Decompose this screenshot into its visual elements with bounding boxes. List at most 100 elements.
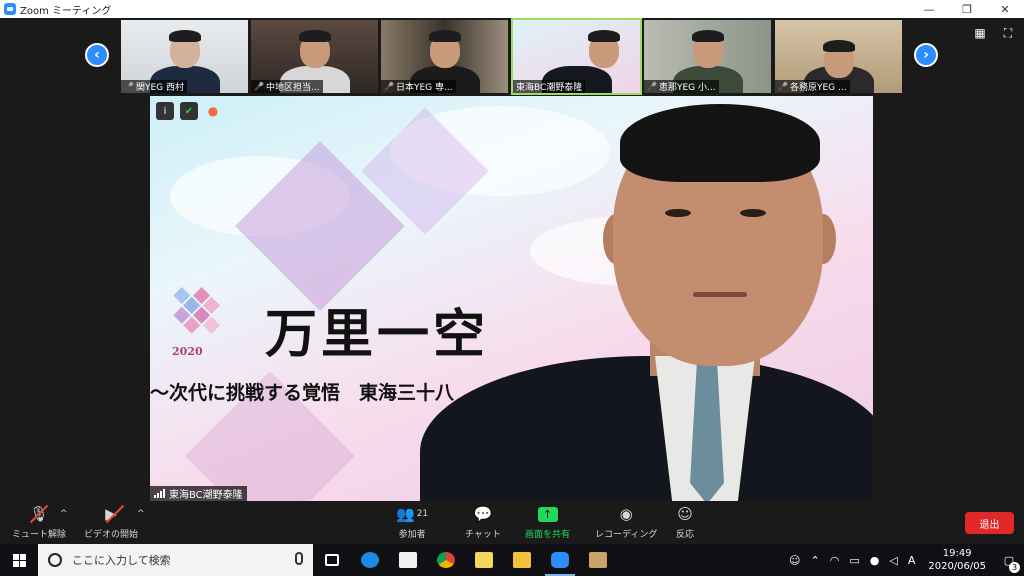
info-icon[interactable]: i <box>156 102 174 120</box>
start-video-button[interactable]: ▶ ビデオの開始 <box>84 504 138 540</box>
muted-mic-icon: 🎤 <box>254 82 264 91</box>
gallery-prev-button[interactable]: ‹ <box>85 43 109 67</box>
leave-meeting-button[interactable]: 退出 <box>965 512 1014 534</box>
explorer-taskbar-button[interactable] <box>503 544 541 576</box>
zoom-taskbar-button[interactable] <box>541 544 579 576</box>
participant-name: 東海BC潮野泰隆 <box>516 83 583 93</box>
task-view-button[interactable] <box>313 544 351 576</box>
participant-label: 🎤 日本YEG 専... <box>381 80 456 93</box>
record-button[interactable]: ◉ レコーディング <box>595 504 657 540</box>
participant-tile[interactable]: 🎤 中地区担当... <box>251 20 378 93</box>
reactions-label: 反応 <box>676 530 695 540</box>
close-button[interactable]: ✕ <box>986 0 1024 18</box>
muted-microphone-icon: 🎙 <box>29 504 49 524</box>
chrome-taskbar-button[interactable] <box>427 544 465 576</box>
share-screen-icon: ↑ <box>537 504 558 524</box>
muted-mic-icon: 🎤 <box>647 82 657 91</box>
wifi-icon[interactable]: ◠ <box>830 554 840 567</box>
muted-mic-icon: 🎤 <box>384 82 394 91</box>
people-icon[interactable]: ☺ <box>789 554 800 567</box>
unmute-label: ミュート解除 <box>12 530 67 540</box>
app-taskbar-button[interactable] <box>579 544 617 576</box>
battery-icon[interactable]: ▭ <box>849 554 859 567</box>
record-label: レコーディング <box>595 530 658 540</box>
system-tray: ☺ ⌃ ◠ ▭ ● ◁ A 19:49 2020/06/05 ▢ 3 <box>784 544 1024 576</box>
participants-button[interactable]: 👥 21 参加者 <box>396 504 428 540</box>
participants-count: 21 <box>416 509 429 519</box>
action-center-button[interactable]: ▢ 3 <box>994 554 1024 573</box>
gallery-view-icon[interactable]: ▦ <box>973 26 987 40</box>
fullscreen-icon[interactable]: ⛶ <box>1001 26 1015 40</box>
window-controls: — ❐ ✕ <box>910 0 1024 18</box>
participant-label: 🎤 恵那YEG 小... <box>644 80 719 93</box>
store-icon <box>399 552 417 568</box>
voice-search-icon[interactable] <box>295 552 303 565</box>
participant-name: 恵那YEG 小... <box>658 83 716 93</box>
participant-tile[interactable]: 🎤 日本YEG 専... <box>381 20 508 93</box>
ime-indicator[interactable]: A <box>908 554 916 567</box>
signal-strength-icon <box>154 489 165 498</box>
clock-time: 19:49 <box>942 548 972 559</box>
encryption-shield-icon[interactable]: ✔ <box>180 102 198 120</box>
zoom-icon <box>551 552 569 568</box>
participant-label: 🎤 関YEG 西村 <box>121 80 187 93</box>
windows-logo-icon <box>12 553 26 567</box>
speaker-jacket <box>420 356 873 501</box>
speaker-eye <box>665 209 691 217</box>
search-placeholder: ここに入力して検索 <box>72 554 171 567</box>
meeting-info-overlay: i ✔ ● <box>156 102 222 120</box>
start-button[interactable] <box>0 544 38 576</box>
participant-label: 🎤 中地区担当... <box>251 80 323 93</box>
slide-calligraphy-title: 万里一空 <box>265 304 490 365</box>
participant-hair <box>822 40 855 52</box>
slide-logo-icon <box>173 287 220 334</box>
reactions-button[interactable]: ☺ 反応 <box>676 504 694 540</box>
window-titlebar: Zoom ミーティング — ❐ ✕ <box>0 0 1024 18</box>
clock-date: 2020/06/05 <box>928 561 986 572</box>
participant-tile[interactable]: 🎤 関YEG 西村 <box>121 20 248 93</box>
participants-icon: 👥 21 <box>396 505 429 523</box>
active-speaker-video: 2020 万里一空 〜次代に挑戦する覚悟 東海三十八 i ✔ ● 東海BC潮野泰… <box>150 96 873 501</box>
taskbar-search-box[interactable]: ここに入力して検索 <box>38 544 313 576</box>
speaker-name-badge: 東海BC潮野泰隆 <box>150 486 247 501</box>
edge-icon <box>361 552 379 568</box>
store-taskbar-button[interactable] <box>389 544 427 576</box>
participant-tile[interactable]: 🎤 恵那YEG 小... <box>644 20 771 93</box>
participant-tile-active-speaker[interactable]: 東海BC潮野泰隆 <box>511 18 642 95</box>
share-screen-button[interactable]: ↑ 画面を共有 <box>525 504 570 540</box>
speaker-name: 東海BC潮野泰隆 <box>169 490 243 501</box>
unmute-button[interactable]: 🎙 ミュート解除 <box>12 504 66 540</box>
chat-label: チャット <box>465 530 501 540</box>
restore-button[interactable]: ❐ <box>948 0 986 18</box>
tray-overflow-icon[interactable]: ⌃ <box>811 554 820 567</box>
speaker-hair <box>620 104 820 182</box>
muted-mic-icon: 🎤 <box>124 82 134 91</box>
taskbar-clock[interactable]: 19:49 2020/06/05 <box>928 547 986 573</box>
muted-mic-icon: 🎤 <box>778 82 788 91</box>
gallery-next-button[interactable]: › <box>914 43 938 67</box>
participants-label: 参加者 <box>398 530 426 540</box>
network-error-icon[interactable]: ● <box>870 554 880 567</box>
chat-button[interactable]: 💬 チャット <box>465 504 501 540</box>
minimize-button[interactable]: — <box>910 0 948 18</box>
slide-subtitle: 〜次代に挑戦する覚悟 東海三十八 <box>150 382 455 404</box>
participant-hair <box>691 30 724 42</box>
participant-name: 中地区担当... <box>265 83 320 93</box>
start-video-label: ビデオの開始 <box>84 530 139 540</box>
participant-tile[interactable]: 🎤 各務原YEG ... <box>775 20 902 93</box>
share-screen-label: 画面を共有 <box>525 530 571 540</box>
sticky-notes-taskbar-button[interactable] <box>465 544 503 576</box>
slide-year: 2020 <box>172 345 203 358</box>
record-icon: ◉ <box>619 505 633 523</box>
sticky-notes-icon <box>475 552 493 568</box>
cortana-icon <box>48 553 62 567</box>
recording-indicator-icon: ● <box>207 104 219 118</box>
chrome-icon <box>437 552 455 568</box>
folder-icon <box>513 552 531 568</box>
video-options-caret[interactable]: ^ <box>137 509 145 519</box>
edge-taskbar-button[interactable] <box>351 544 389 576</box>
video-off-icon: ▶ <box>105 504 125 524</box>
volume-icon[interactable]: ◁ <box>889 554 897 567</box>
window-title: Zoom ミーティング <box>20 5 112 17</box>
audio-options-caret[interactable]: ^ <box>60 509 68 519</box>
